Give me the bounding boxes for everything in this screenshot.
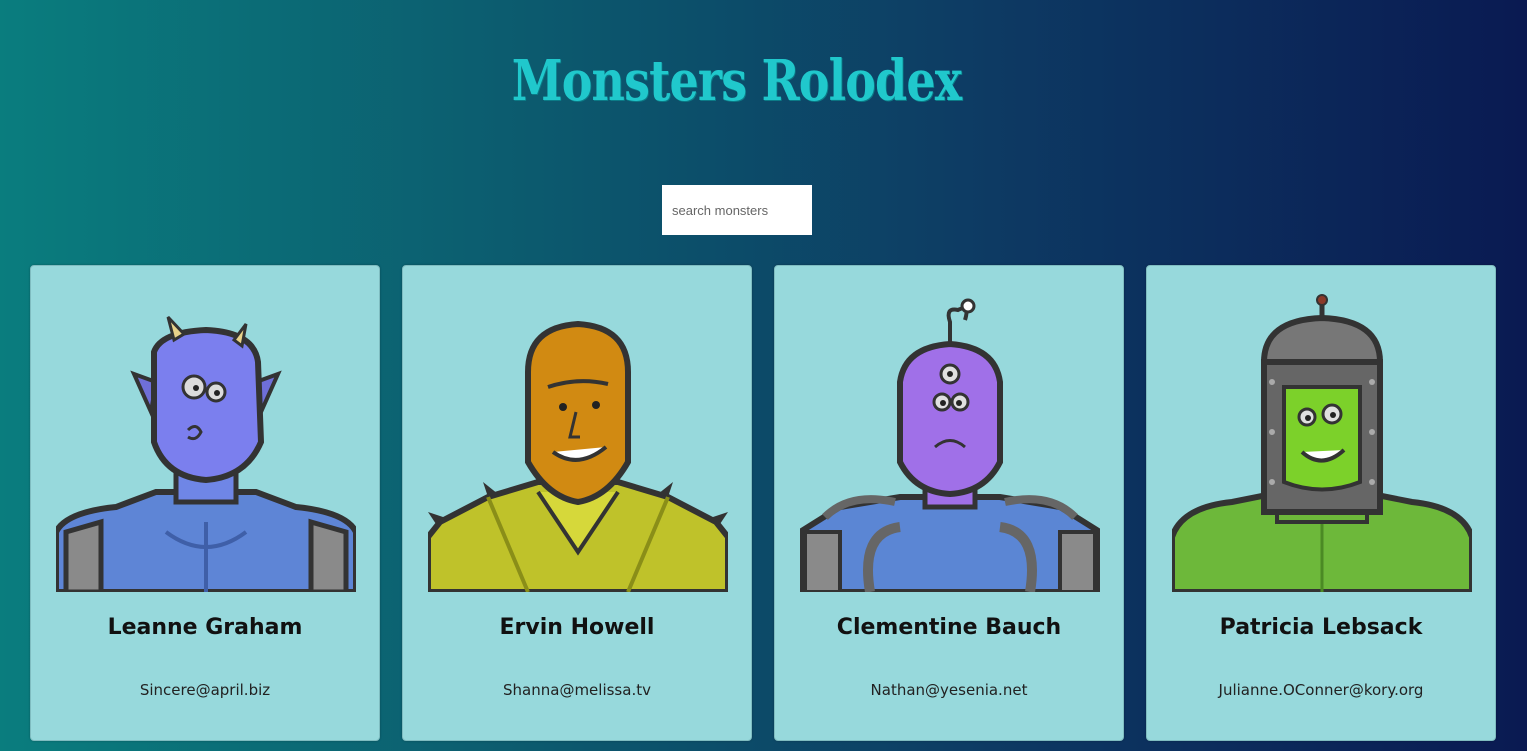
purple-cyclops-monster-icon [800,298,1100,592]
monster-email: Sincere@april.biz [139,681,271,699]
monster-name: Patricia Lebsack [1219,615,1423,640]
search-input[interactable] [662,185,812,235]
monster-name: Clementine Bauch [836,615,1062,640]
blue-horned-monster-icon [56,315,356,592]
monster-email: Nathan@yesenia.net [870,681,1028,699]
green-robot-monster-icon [1172,294,1472,592]
monster-name: Ervin Howell [499,615,655,640]
monster-card[interactable]: Patricia Lebsack Julianne.OConner@kory.o… [1146,265,1496,741]
monster-email: Shanna@melissa.tv [503,681,651,699]
page-title: Monsters Rolodex [511,48,962,114]
monster-email: Julianne.OConner@kory.org [1218,681,1424,699]
monster-card[interactable]: Leanne Graham Sincere@april.biz [30,265,380,741]
monster-card[interactable]: Clementine Bauch Nathan@yesenia.net [774,265,1124,741]
monster-name: Leanne Graham [107,615,303,640]
orange-spiky-monster-icon [428,320,728,592]
monster-card[interactable]: Ervin Howell Shanna@melissa.tv [402,265,752,741]
